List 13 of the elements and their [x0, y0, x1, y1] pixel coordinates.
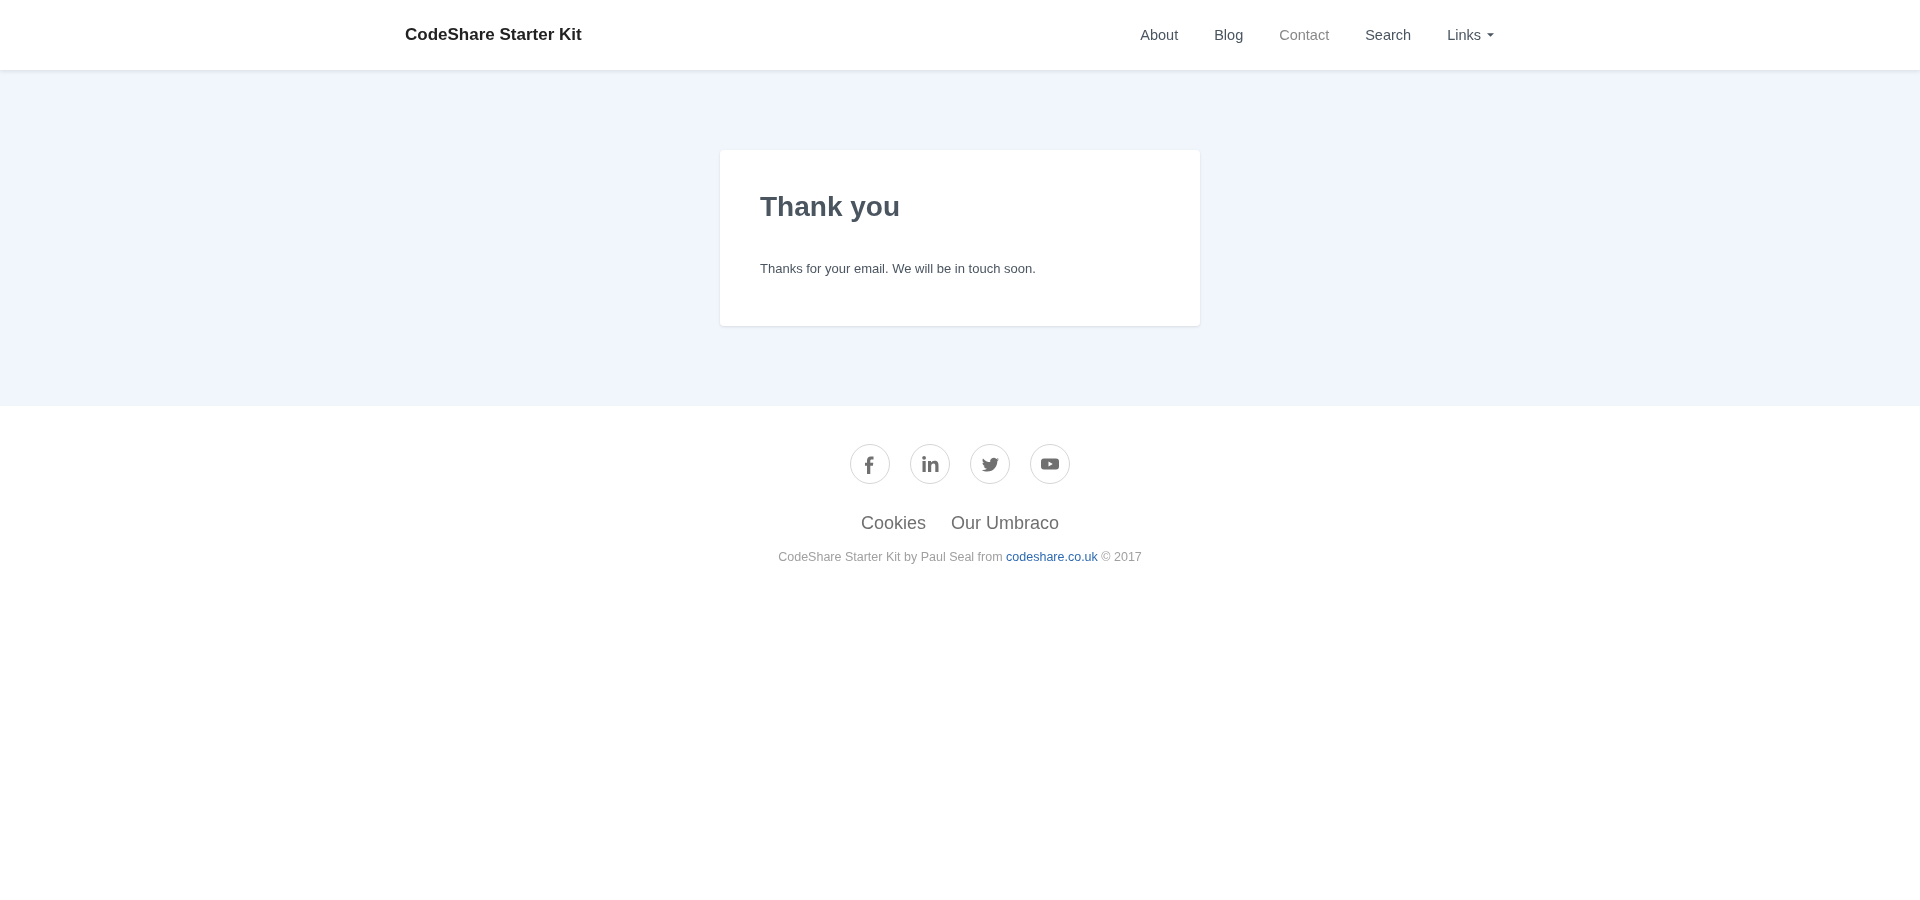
card-title: Thank you [760, 190, 901, 224]
credit-text: CodeShare Starter Kit by Paul Seal from codeshare.co.uk © 2017 [777, 550, 1143, 564]
site-link[interactable]: codeshare.co.uk [1006, 550, 1098, 564]
nav-link[interactable]: Blog [1196, 25, 1262, 45]
nav-link[interactable]: About [1122, 25, 1197, 45]
footer-link[interactable]: Cookies [860, 512, 926, 534]
nav-link[interactable]: Contact [1261, 25, 1348, 45]
nav-link[interactable]: Search [1347, 25, 1430, 45]
card-message: Thanks for your email. We will be in touch soon. [760, 260, 1037, 278]
caret-icon [1487, 33, 1494, 37]
nav-link[interactable]: Links [1429, 25, 1512, 45]
footer-link[interactable]: Our Umbraco [951, 512, 1060, 534]
brand-link[interactable]: CodeShare Starter Kit [405, 25, 582, 45]
